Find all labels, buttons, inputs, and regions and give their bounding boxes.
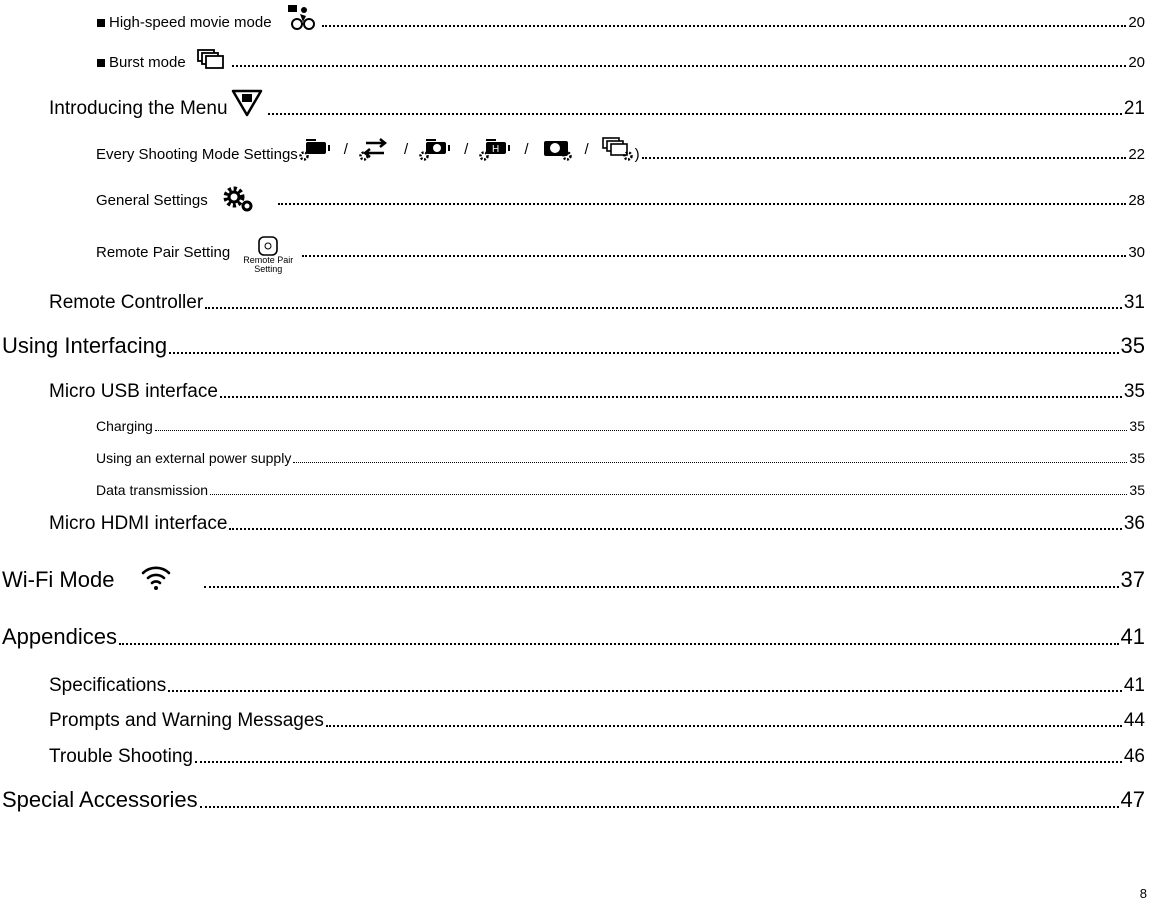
entry-title: Specifications (49, 675, 167, 696)
toc-entry[interactable]: Burst mode 20 (97, 48, 1145, 70)
entry-title: Using Interfacing (2, 333, 168, 358)
dot-leader (325, 725, 1122, 727)
entry-title: Wi-Fi Mode (2, 567, 115, 592)
page-ref: 20 (1128, 54, 1145, 71)
page-ref: 28 (1128, 192, 1145, 209)
toc-entry[interactable]: Data transmission 35 (96, 483, 1145, 497)
entry-title: Micro HDMI interface (49, 513, 228, 534)
page-ref: 35 (1120, 333, 1145, 358)
toc-entry[interactable]: High-speed movie mode 20 (97, 4, 1145, 30)
separator: / (343, 140, 348, 158)
photo-settings-icon (538, 136, 574, 162)
page-ref: 41 (1123, 675, 1145, 696)
dot-leader (210, 494, 1128, 495)
hdr-video-settings-icon: H (478, 136, 514, 162)
page-ref: 35 (1129, 418, 1145, 434)
dot-leader (302, 255, 1127, 257)
high-speed-movie-icon (286, 4, 316, 30)
gear-icon (220, 184, 256, 214)
dot-leader (231, 65, 1127, 67)
page-ref: 35 (1123, 381, 1145, 402)
toc-entry[interactable]: Introducing the Menu 21 (49, 88, 1145, 118)
entry-title: Introducing the Menu (49, 98, 228, 119)
dot-leader (118, 643, 1119, 645)
toc-entry[interactable]: Charging 35 (96, 419, 1145, 433)
dot-leader (321, 25, 1127, 27)
page-ref: 21 (1123, 98, 1145, 119)
entry-title: High-speed movie mode (109, 14, 272, 31)
page-ref: 47 (1120, 787, 1145, 812)
dot-leader (293, 462, 1128, 463)
dot-leader (267, 113, 1122, 115)
separator: / (524, 140, 529, 158)
closing-paren: ) (634, 146, 640, 163)
toc-entry[interactable]: Prompts and Warning Messages 44 (49, 711, 1145, 730)
video-settings-icon (298, 136, 334, 162)
entry-title: Micro USB interface (49, 381, 218, 402)
page-ref: 20 (1128, 14, 1145, 31)
remote-pair-icon-label: Remote Pair Setting (243, 255, 294, 274)
page-ref: 41 (1120, 624, 1145, 649)
page-ref: 35 (1129, 482, 1145, 498)
toc-entry[interactable]: Trouble Shooting 46 (49, 747, 1145, 766)
menu-icon (230, 88, 264, 118)
toc-entry[interactable]: Using an external power supply 35 (96, 451, 1145, 465)
page-ref: 31 (1123, 292, 1145, 313)
dot-leader (641, 157, 1127, 159)
entry-title: Appendices (2, 624, 117, 649)
separator: / (584, 140, 589, 158)
page-ref: 35 (1129, 450, 1145, 466)
dot-leader (195, 761, 1122, 763)
separator: / (403, 140, 409, 158)
dot-leader (229, 528, 1122, 530)
dot-leader (168, 690, 1122, 692)
toc-entry[interactable]: Remote Controller 31 (49, 293, 1145, 312)
entry-title: Data transmission (96, 482, 209, 498)
toc-entry[interactable]: General Settings 28 (96, 184, 1145, 214)
dot-leader (204, 586, 1119, 588)
entry-title: Every Shooting Mode Settings (96, 146, 298, 163)
entry-title: Prompts and Warning Messages (49, 710, 324, 731)
page-ref: 36 (1123, 513, 1145, 534)
entry-title: Special Accessories (2, 787, 198, 812)
toc-entry[interactable]: Micro USB interface 35 (49, 382, 1145, 401)
page-ref: 46 (1123, 746, 1145, 767)
dot-leader (199, 806, 1119, 808)
separator: / (464, 140, 469, 158)
toc-entry[interactable]: Wi-Fi Mode 37 (2, 563, 1145, 591)
page-ref: 30 (1128, 244, 1145, 261)
page-ref: 22 (1128, 146, 1145, 163)
dot-leader (205, 307, 1122, 309)
timelapse-settings-icon (418, 136, 454, 162)
toc-entry[interactable]: Remote Pair Setting Remote Pair Setting … (96, 236, 1145, 274)
toc-entry[interactable]: Micro HDMI interface 36 (49, 514, 1145, 533)
loop-settings-icon (358, 136, 394, 162)
entry-title: Using an external power supply (96, 450, 292, 466)
dot-leader (219, 396, 1122, 398)
dot-leader (154, 430, 1128, 431)
toc-entry[interactable]: Using Interfacing 35 (2, 335, 1145, 357)
toc-entry[interactable]: Specifications 41 (49, 676, 1145, 695)
entry-title: Charging (96, 418, 153, 434)
entry-title: Remote Controller (49, 292, 204, 313)
bullet (97, 19, 105, 27)
svg-text:H: H (492, 144, 499, 155)
burst-settings-icon (599, 136, 635, 162)
burst-icon (196, 48, 226, 70)
entry-title: Trouble Shooting (49, 746, 194, 767)
page-number: 8 (1139, 886, 1147, 901)
bullet (97, 59, 105, 67)
entry-title: General Settings (96, 192, 208, 209)
toc-entry[interactable]: Appendices 41 (2, 626, 1145, 648)
dot-leader (277, 203, 1127, 205)
page-ref: 37 (1120, 567, 1145, 592)
toc-entry[interactable]: Special Accessories 47 (2, 789, 1145, 811)
entry-title: Remote Pair Setting (96, 244, 231, 261)
page-ref: 44 (1123, 710, 1145, 731)
wifi-icon (140, 563, 172, 591)
dot-leader (169, 352, 1119, 354)
toc-entry[interactable]: Every Shooting Mode Settings / / / H / / ) 22 (96, 136, 1145, 162)
remote-pair-icon: Remote Pair Setting (242, 236, 294, 274)
entry-title: Burst mode (109, 54, 186, 71)
